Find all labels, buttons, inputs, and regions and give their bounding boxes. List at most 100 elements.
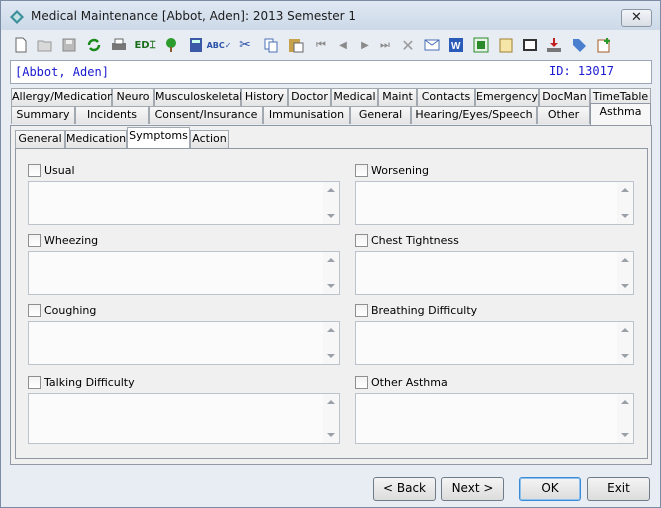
scroll-down-icon[interactable] <box>327 433 335 437</box>
tab-allergy-medication[interactable]: Allergy/Medication <box>11 88 114 106</box>
next-button[interactable]: Next > <box>441 477 504 501</box>
scroll-up-icon[interactable] <box>621 328 629 332</box>
title-bar[interactable]: Medical Maintenance [Abbot, Aden]: 2013 … <box>1 1 660 30</box>
coughing-memo[interactable] <box>28 321 340 365</box>
other-asthma-scrollbar[interactable] <box>617 394 633 443</box>
tab-neuro[interactable]: Neuro <box>112 88 154 106</box>
breathing-difficulty-memo[interactable] <box>355 321 634 365</box>
scroll-down-icon[interactable] <box>621 214 629 218</box>
tab-asthma[interactable]: Asthma <box>590 103 651 125</box>
talking-difficulty-memo[interactable] <box>28 393 340 444</box>
tag-icon[interactable] <box>570 36 588 54</box>
student-id: ID: 13017 <box>549 64 615 78</box>
other-asthma-checkbox[interactable] <box>355 376 368 389</box>
tab-general[interactable]: General <box>350 106 411 124</box>
word-icon[interactable]: W <box>447 36 465 54</box>
chest-tightness-memo[interactable] <box>355 251 634 295</box>
tab-history[interactable]: History <box>241 88 288 106</box>
student-name: [Abbot, Aden] <box>15 65 109 79</box>
chest-tightness-scrollbar[interactable] <box>617 252 633 294</box>
tab-musculoskeletal[interactable]: Musculoskeletal <box>154 88 242 106</box>
scroll-up-icon[interactable] <box>327 400 335 404</box>
task-icon[interactable] <box>595 36 613 54</box>
window-title: Medical Maintenance [Abbot, Aden]: 2013 … <box>31 9 356 23</box>
scroll-down-icon[interactable] <box>621 284 629 288</box>
notes-icon[interactable] <box>497 36 515 54</box>
wheezing-checkbox[interactable] <box>28 234 41 247</box>
open-icon[interactable] <box>36 36 54 54</box>
subtab-general[interactable]: General <box>15 130 65 148</box>
tab-maint[interactable]: Maint <box>378 88 417 106</box>
scroll-down-icon[interactable] <box>621 433 629 437</box>
coughing-checkbox[interactable] <box>28 304 41 317</box>
scroll-up-icon[interactable] <box>621 188 629 192</box>
tab-contacts[interactable]: Contacts <box>417 88 475 106</box>
wheezing-memo[interactable] <box>28 251 340 295</box>
wheezing-scrollbar[interactable] <box>323 252 339 294</box>
delete-icon[interactable]: ✕ <box>399 36 417 55</box>
wheezing-label: Wheezing <box>44 234 99 247</box>
film-icon[interactable] <box>521 36 539 54</box>
email-icon[interactable] <box>423 36 441 54</box>
tab-medical[interactable]: Medical <box>331 88 378 106</box>
scroll-down-icon[interactable] <box>327 354 335 358</box>
subtab-action[interactable]: Action <box>190 130 229 148</box>
back-button[interactable]: < Back <box>373 477 436 501</box>
scroll-up-icon[interactable] <box>621 258 629 262</box>
next-record-icon[interactable]: ▶ <box>356 36 374 54</box>
scroll-up-icon[interactable] <box>327 188 335 192</box>
tab-doctor[interactable]: Doctor <box>288 88 331 106</box>
chest-tightness-label: Chest Tightness <box>371 234 459 247</box>
talking-difficulty-scrollbar[interactable] <box>323 394 339 443</box>
close-button[interactable]: ✕ <box>621 9 652 27</box>
paste-icon[interactable] <box>287 36 305 54</box>
usual-scrollbar[interactable] <box>323 182 339 224</box>
last-record-icon[interactable]: ⏭ <box>376 36 394 54</box>
refresh-icon[interactable] <box>85 36 103 54</box>
scroll-up-icon[interactable] <box>327 328 335 332</box>
worsening-scrollbar[interactable] <box>617 182 633 224</box>
spellcheck-icon[interactable]: ABC✓ <box>207 36 232 54</box>
coughing-scrollbar[interactable] <box>323 322 339 364</box>
chest-tightness-checkbox[interactable] <box>355 234 368 247</box>
first-record-icon[interactable]: ⏮ <box>312 36 330 54</box>
new-icon[interactable] <box>12 36 30 54</box>
scroll-down-icon[interactable] <box>621 354 629 358</box>
tab-incidents[interactable]: Incidents <box>75 106 149 124</box>
tab-immunisation[interactable]: Immunisation <box>263 106 350 124</box>
tab-docman[interactable]: DocMan <box>539 88 590 106</box>
breathing-difficulty-scrollbar[interactable] <box>617 322 633 364</box>
tree-icon[interactable] <box>162 36 180 54</box>
save-icon[interactable] <box>60 36 78 54</box>
tab-emergency[interactable]: Emergency <box>475 88 539 106</box>
talking-difficulty-checkbox[interactable] <box>28 376 41 389</box>
subtab-symptoms[interactable]: Symptoms <box>127 127 190 148</box>
scroll-up-icon[interactable] <box>621 400 629 404</box>
edit-icon[interactable]: ED⌶ <box>134 36 155 54</box>
print-icon[interactable] <box>110 36 128 54</box>
medical-maintenance-window: Medical Maintenance [Abbot, Aden]: 2013 … <box>0 0 661 508</box>
calculator-icon[interactable] <box>187 36 205 54</box>
usual-memo[interactable] <box>28 181 340 225</box>
copy-icon[interactable] <box>262 36 280 54</box>
previous-record-icon[interactable]: ◀ <box>334 36 352 54</box>
usual-checkbox[interactable] <box>28 164 41 177</box>
talking-difficulty-label: Talking Difficulty <box>44 376 135 389</box>
excel-icon[interactable] <box>472 36 490 54</box>
subtab-medication[interactable]: Medication <box>65 130 127 148</box>
worsening-memo[interactable] <box>355 181 634 225</box>
cut-icon[interactable]: ✂ <box>236 36 254 54</box>
breathing-difficulty-checkbox[interactable] <box>355 304 368 317</box>
import-icon[interactable] <box>545 36 563 54</box>
worsening-checkbox[interactable] <box>355 164 368 177</box>
tab-other[interactable]: Other <box>537 106 590 124</box>
tab-consent-insurance[interactable]: Consent/Insurance <box>149 106 263 124</box>
exit-button[interactable]: Exit <box>587 477 650 501</box>
scroll-down-icon[interactable] <box>327 284 335 288</box>
scroll-up-icon[interactable] <box>327 258 335 262</box>
tab-hearing-eyes-speech[interactable]: Hearing/Eyes/Speech <box>411 106 537 124</box>
scroll-down-icon[interactable] <box>327 214 335 218</box>
other-asthma-memo[interactable] <box>355 393 634 444</box>
ok-button[interactable]: OK <box>519 477 581 501</box>
tab-summary[interactable]: Summary <box>11 106 75 124</box>
